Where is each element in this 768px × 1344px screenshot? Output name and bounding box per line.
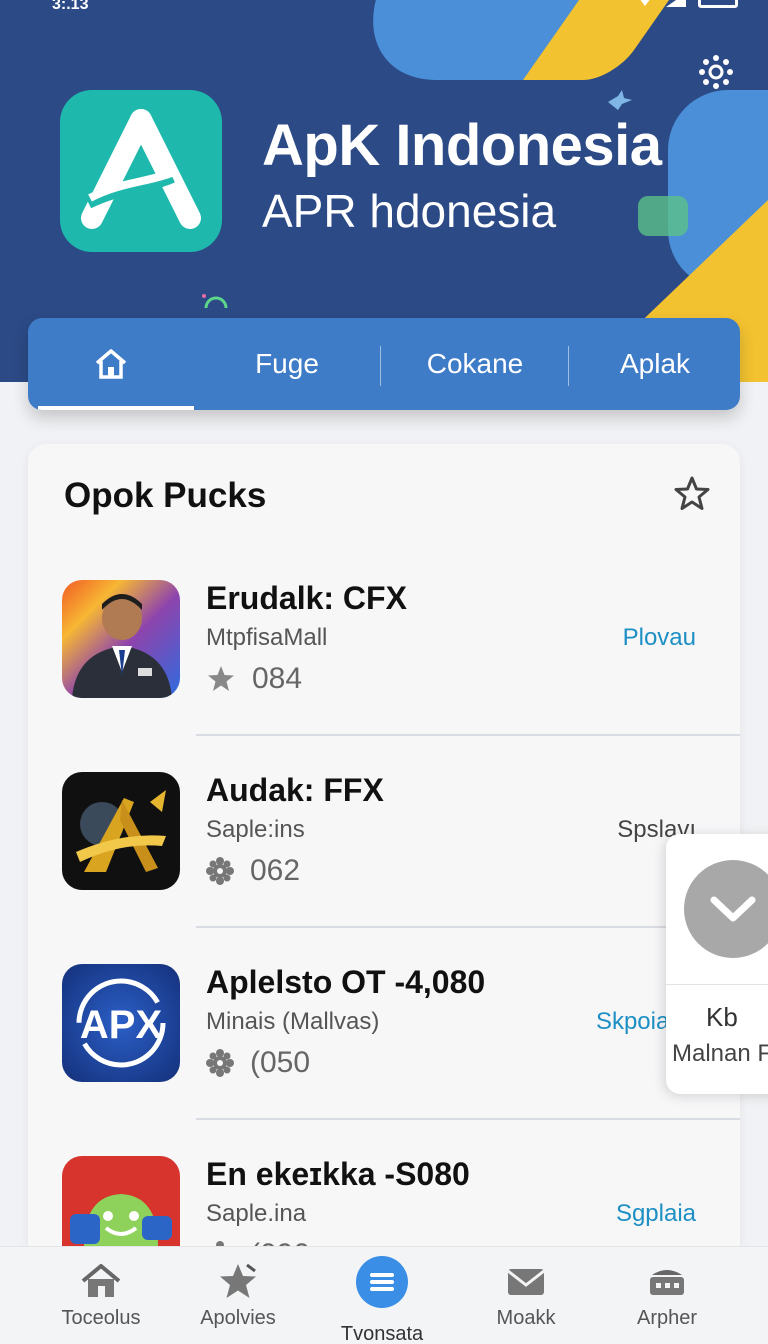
nav-item-moakk[interactable]: Moakk bbox=[456, 1247, 596, 1344]
divider bbox=[196, 734, 740, 736]
app-publisher: Saple.ina bbox=[206, 1200, 307, 1227]
rating-value: 062 bbox=[250, 854, 301, 887]
status-time: 3:.13 bbox=[52, 0, 89, 13]
app-rating: 084 bbox=[206, 662, 302, 696]
app-icon-apx: APX bbox=[62, 964, 180, 1082]
menu-icon bbox=[356, 1256, 408, 1308]
chevron-down-icon bbox=[710, 896, 756, 922]
tab-divider bbox=[380, 346, 381, 386]
nav-label: Moakk bbox=[496, 1307, 556, 1329]
app-rating: (050 bbox=[206, 1046, 310, 1080]
decorative-shape bbox=[638, 196, 688, 236]
collapse-button[interactable] bbox=[684, 860, 768, 958]
app-action-button[interactable]: Plovau bbox=[623, 624, 696, 652]
rating-value: (050 bbox=[250, 1046, 311, 1079]
star-icon[interactable] bbox=[672, 474, 712, 514]
battery-icon bbox=[698, 0, 738, 8]
settings-gear-icon[interactable] bbox=[698, 54, 734, 90]
divider bbox=[666, 984, 768, 985]
tab-cokane[interactable]: Cokane bbox=[380, 318, 570, 410]
star-icon bbox=[208, 666, 234, 691]
tab-home[interactable] bbox=[28, 318, 194, 410]
wifi-icon bbox=[636, 0, 654, 6]
signal-icon bbox=[666, 0, 686, 7]
app-name: Erudalk: CFX bbox=[206, 580, 407, 616]
tab-aplak[interactable]: Aplak bbox=[570, 318, 740, 410]
app-icon-portrait bbox=[62, 580, 180, 698]
nav-label: Toceolus bbox=[61, 1307, 141, 1329]
list-item[interactable]: APX Aplelsto OT -4,080 Minais (Mallvas) … bbox=[28, 964, 740, 1156]
nav-item-tvonsata[interactable]: Tvonsata bbox=[312, 1247, 452, 1344]
status-bar: 3:.13 bbox=[0, 0, 768, 14]
list-item[interactable]: Audak: FFX Saple:ins 062 Spslavı bbox=[28, 772, 740, 964]
tab-label: Fuge bbox=[255, 348, 319, 379]
apx-text: APX bbox=[80, 1003, 163, 1047]
divider bbox=[196, 926, 740, 928]
section-title: Opok Pucks bbox=[64, 476, 267, 515]
app-rating: 062 bbox=[206, 854, 300, 888]
swirl-icon bbox=[202, 294, 228, 309]
app-icon-gold-a bbox=[62, 772, 180, 890]
mail-icon bbox=[507, 1269, 545, 1295]
tab-divider bbox=[568, 346, 569, 386]
app-logo bbox=[60, 90, 222, 252]
gear-icon bbox=[206, 857, 234, 885]
nav-label: Arpher bbox=[636, 1307, 698, 1329]
rating-value: 084 bbox=[252, 662, 303, 695]
floating-side-card[interactable]: Kb Malnan F bbox=[666, 834, 768, 1094]
bird-icon bbox=[608, 90, 632, 110]
app-name: Audak: FFX bbox=[206, 772, 384, 808]
apps-card: Opok Pucks Erudalk: CFX MtpfisaMall 084 … bbox=[28, 444, 740, 1284]
gear-icon bbox=[206, 1049, 234, 1077]
list-item[interactable]: Erudalk: CFX MtpfisaMall 084 Plovau bbox=[28, 580, 740, 772]
tab-fuge[interactable]: Fuge bbox=[194, 318, 380, 410]
app-title: ApK Indonesia bbox=[262, 113, 662, 178]
store-icon bbox=[650, 1270, 684, 1295]
app-action-button[interactable]: Sgplaia bbox=[616, 1200, 696, 1228]
app-publisher: Minais (Mallvas) bbox=[206, 1008, 380, 1035]
tab-bar: Fuge Cokane Aplak bbox=[28, 318, 740, 410]
floating-label: Kb bbox=[706, 1002, 738, 1032]
tab-label: Cokane bbox=[426, 348, 524, 379]
app-subtitle: APR hdonesia bbox=[262, 185, 557, 237]
divider bbox=[196, 1118, 740, 1120]
app-publisher: Saple:ins bbox=[206, 816, 305, 843]
home-icon bbox=[95, 349, 127, 379]
nav-item-apolvies[interactable]: Apolvies bbox=[168, 1247, 308, 1344]
nav-label: Apolvies bbox=[200, 1307, 276, 1329]
tab-label: Aplak bbox=[619, 348, 691, 379]
home-icon bbox=[81, 1264, 121, 1297]
app-publisher: MtpfisaMall bbox=[206, 624, 328, 651]
floating-sublabel: Malnan F bbox=[672, 1040, 768, 1067]
app-name: En ekeɪkka -S080 bbox=[206, 1156, 470, 1192]
bottom-nav: Toceolus Apolvies Tvonsata Moakk Arpher bbox=[0, 1246, 768, 1344]
app-name: Aplelsto OT -4,080 bbox=[206, 964, 486, 1000]
nav-item-toceolus[interactable]: Toceolus bbox=[31, 1247, 171, 1344]
nav-item-arpher[interactable]: Arpher bbox=[597, 1247, 737, 1344]
star-icon bbox=[220, 1263, 256, 1298]
nav-label: Tvonsata bbox=[340, 1323, 424, 1344]
status-icons bbox=[636, 0, 738, 8]
logo-a-icon bbox=[81, 109, 201, 229]
